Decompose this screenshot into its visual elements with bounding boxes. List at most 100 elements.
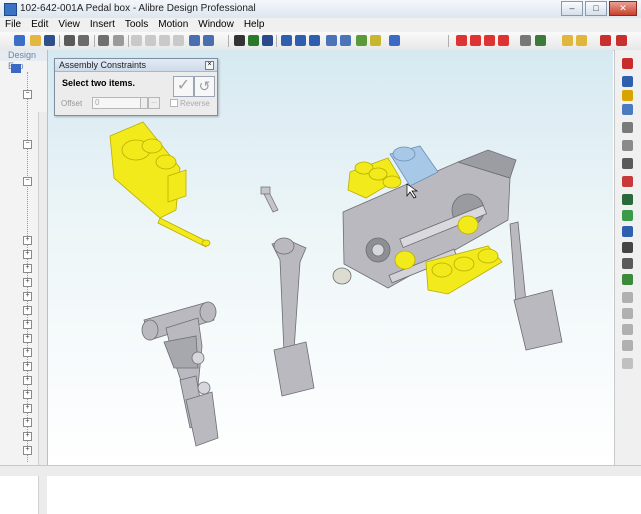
align-icon[interactable]: [622, 210, 633, 221]
tool-icon[interactable]: [622, 308, 633, 319]
menu-window[interactable]: Window: [193, 18, 239, 32]
middle-pedal[interactable]: [271, 237, 315, 397]
tree-expander[interactable]: +: [23, 236, 32, 245]
tree-expander[interactable]: +: [23, 362, 32, 371]
tree-expander[interactable]: +: [23, 376, 32, 385]
mate-icon[interactable]: [622, 194, 633, 205]
cut-icon[interactable]: [131, 35, 142, 46]
save-icon[interactable]: [44, 35, 55, 46]
move-part-icon[interactable]: [356, 35, 367, 46]
undo-icon[interactable]: [189, 35, 200, 46]
interference-icon[interactable]: [622, 176, 633, 187]
tree-expander[interactable]: +: [23, 432, 32, 441]
tree-expander[interactable]: −: [23, 90, 32, 99]
dimension-icon[interactable]: [520, 35, 531, 46]
motion-icon[interactable]: [622, 258, 633, 269]
box-icon[interactable]: [562, 35, 573, 46]
reverse-checkbox[interactable]: [170, 99, 178, 107]
menu-motion[interactable]: Motion: [153, 18, 193, 32]
tree-expander[interactable]: +: [23, 320, 32, 329]
part-icon[interactable]: [622, 58, 633, 69]
previous-view-icon[interactable]: [326, 35, 337, 46]
menu-view[interactable]: View: [53, 18, 85, 32]
properties-icon[interactable]: [113, 35, 124, 46]
offset-label: Offset: [61, 99, 83, 108]
master-cylinder-selected[interactable]: [109, 121, 211, 248]
tool-icon[interactable]: [622, 358, 633, 369]
apply-button[interactable]: ✓: [173, 76, 194, 97]
paste-icon[interactable]: [159, 35, 170, 46]
tree-expander[interactable]: +: [23, 418, 32, 427]
tree-expander[interactable]: +: [23, 404, 32, 413]
tree-expander[interactable]: +: [23, 264, 32, 273]
constrain-icon[interactable]: [370, 35, 381, 46]
mirror-icon[interactable]: [622, 122, 633, 133]
sub-assembly-icon[interactable]: [622, 104, 633, 115]
tree-expander[interactable]: −: [23, 177, 32, 186]
orient-icon[interactable]: [622, 226, 633, 237]
export-icon[interactable]: [616, 35, 627, 46]
print-icon[interactable]: [98, 35, 109, 46]
redo-icon[interactable]: [203, 35, 214, 46]
tool-icon[interactable]: [622, 324, 633, 335]
pdf-icon[interactable]: [600, 35, 611, 46]
render-icon[interactable]: [389, 35, 400, 46]
function-icon[interactable]: [622, 242, 633, 253]
tree-expander[interactable]: +: [23, 334, 32, 343]
tree-expander[interactable]: +: [23, 292, 32, 301]
reference-line-icon[interactable]: [535, 35, 546, 46]
tree-expander[interactable]: +: [23, 278, 32, 287]
menu-tools[interactable]: Tools: [120, 18, 153, 32]
assembly-constraints-dialog: Assembly Constraints × Select two items.…: [54, 58, 218, 116]
next-view-icon[interactable]: [340, 35, 351, 46]
dialog-close-icon[interactable]: ×: [205, 61, 214, 70]
copy-icon[interactable]: [145, 35, 156, 46]
menu-edit[interactable]: Edit: [26, 18, 53, 32]
sketch-text-icon[interactable]: [498, 35, 509, 46]
selection-prompt: Select two items.: [62, 78, 136, 88]
offset-field[interactable]: 0: [92, 97, 142, 109]
open-icon[interactable]: [30, 35, 41, 46]
sketch-line-icon[interactable]: [456, 35, 467, 46]
zoom-in-icon[interactable]: [281, 35, 292, 46]
lasso-icon[interactable]: [262, 35, 273, 46]
offset-spinner[interactable]: [140, 97, 148, 109]
tree-expander[interactable]: +: [23, 348, 32, 357]
undo-constraint-button[interactable]: ↺: [194, 76, 215, 97]
pattern-icon[interactable]: [622, 140, 633, 151]
insert-part-icon[interactable]: [622, 76, 633, 87]
tool-icon[interactable]: [622, 292, 633, 303]
maximize-button[interactable]: □: [585, 1, 607, 16]
sketch-circle-icon[interactable]: [470, 35, 481, 46]
minimize-button[interactable]: –: [561, 1, 583, 16]
tool-icon[interactable]: [622, 340, 633, 351]
offset-browse-button[interactable]: ...: [148, 97, 160, 109]
sketch-rectangle-icon[interactable]: [484, 35, 495, 46]
select-arrow-icon[interactable]: [234, 35, 245, 46]
select-box-icon[interactable]: [248, 35, 259, 46]
bolt-part[interactable]: [260, 186, 279, 213]
menu-insert[interactable]: Insert: [85, 18, 120, 32]
tree-expander[interactable]: +: [23, 306, 32, 315]
tree-expander[interactable]: +: [23, 390, 32, 399]
left-pedal[interactable]: [141, 301, 219, 447]
delete-icon[interactable]: [173, 35, 184, 46]
new-part-icon[interactable]: [622, 90, 633, 101]
physics-icon[interactable]: [622, 274, 633, 285]
zoom-window-icon[interactable]: [295, 35, 306, 46]
tree-expander[interactable]: +: [23, 446, 32, 455]
menu-help[interactable]: Help: [239, 18, 270, 32]
title-bar: 102-642-001A Pedal box - Alibre Design P…: [0, 0, 641, 19]
menu-file[interactable]: File: [0, 18, 26, 32]
print-preview-icon[interactable]: [78, 35, 89, 46]
tree-expander[interactable]: +: [23, 250, 32, 259]
explode-icon[interactable]: [622, 158, 633, 169]
boxes-icon[interactable]: [576, 35, 587, 46]
explorer-scrollbar[interactable]: [38, 112, 47, 514]
new-icon[interactable]: [14, 35, 25, 46]
tree-expander[interactable]: −: [23, 140, 32, 149]
save-all-icon[interactable]: [64, 35, 75, 46]
close-button[interactable]: ✕: [609, 1, 637, 16]
right-pedal[interactable]: [509, 221, 563, 351]
zoom-extents-icon[interactable]: [309, 35, 320, 46]
